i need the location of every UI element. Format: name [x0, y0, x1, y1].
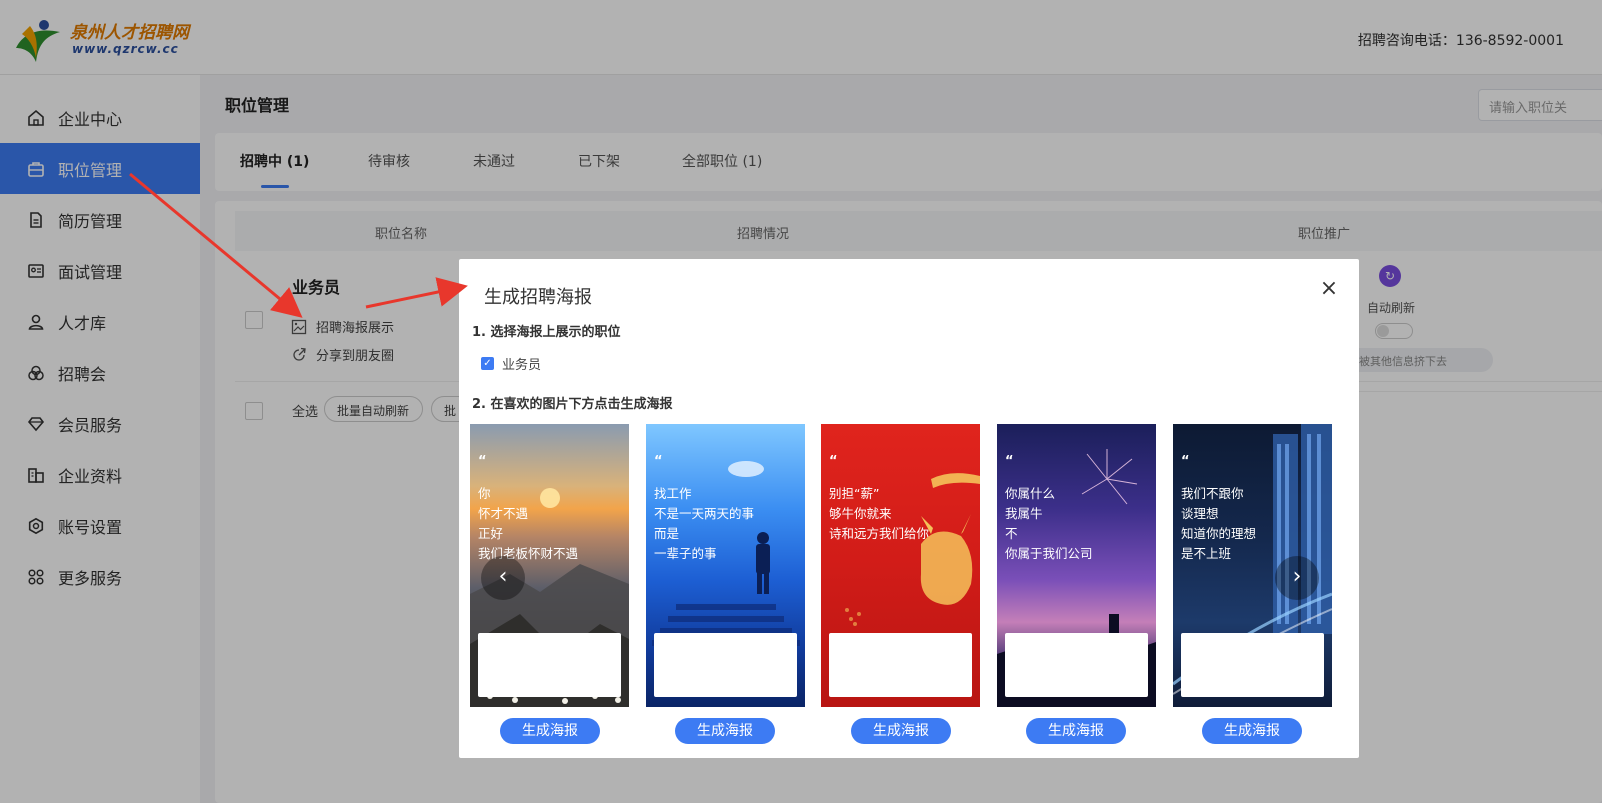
generate-poster-button[interactable]: 生成海报 [1202, 718, 1302, 744]
quote-line: 你 [478, 486, 491, 501]
quote-line: 你属什么 [1005, 486, 1056, 501]
poster-quote: 你属什么 我属牛 不 你属于我们公司 [1005, 484, 1093, 564]
generate-poster-button[interactable]: 生成海报 [1026, 718, 1126, 744]
quote-line: 我属牛 [1005, 506, 1043, 521]
quote-line: 够牛你就来 [829, 506, 892, 521]
poster-purple-fireworks[interactable]: “ 你属什么 我属牛 不 你属于我们公司 [997, 424, 1156, 707]
poster-info-card [654, 633, 797, 697]
poster-red-ox[interactable]: “ 别担“薪” 够牛你就来 诗和远方我们给你 [821, 424, 980, 707]
checkbox-checked-icon[interactable]: ✓ [481, 357, 494, 370]
quote-line: 你属于我们公司 [1005, 546, 1093, 561]
poster-modal: 生成招聘海报 × 1. 选择海报上展示的职位 ✓ 业务员 2. 在喜欢的图片下方… [459, 259, 1359, 758]
quote-line: 谈理想 [1181, 506, 1219, 521]
poster-info-card [1005, 633, 1148, 697]
quote-line: 一辈子的事 [654, 546, 717, 561]
modal-title: 生成招聘海报 [484, 287, 592, 308]
quote-mark: “ [829, 454, 838, 469]
quote-line: 别担“薪” [829, 486, 880, 501]
position-option-label: 业务员 [502, 358, 542, 373]
poster-quote: 找工作 不是一天两天的事 而是 一辈子的事 [654, 484, 754, 564]
poster-info-card [1181, 633, 1324, 697]
quote-mark: “ [478, 454, 487, 469]
chevron-right-icon[interactable]: › [1275, 556, 1319, 600]
close-icon[interactable]: × [1317, 277, 1341, 301]
quote-line: 不 [1005, 526, 1018, 541]
generate-poster-button[interactable]: 生成海报 [851, 718, 951, 744]
quote-line: 我们不跟你 [1181, 486, 1244, 501]
quote-mark: “ [654, 454, 663, 469]
poster-blue-stairs[interactable]: “ 找工作 不是一天两天的事 而是 一辈子的事 [646, 424, 805, 707]
quote-line: 找工作 [654, 486, 692, 501]
quote-line: 而是 [654, 526, 680, 541]
quote-mark: “ [1005, 454, 1014, 469]
quote-line: 知道你的理想 [1181, 526, 1257, 541]
quote-line: 是不上班 [1181, 546, 1232, 561]
step-two-label: 2. 在喜欢的图片下方点击生成海报 [472, 397, 673, 412]
quote-line: 怀才不遇 [478, 506, 529, 521]
poster-quote: 我们不跟你 谈理想 知道你的理想 是不上班 [1181, 484, 1256, 564]
chevron-left-icon[interactable]: ‹ [481, 556, 525, 600]
position-option[interactable]: ✓ 业务员 [481, 354, 541, 373]
quote-line: 不是一天两天的事 [654, 506, 755, 521]
generate-poster-button[interactable]: 生成海报 [675, 718, 775, 744]
quote-line: 正好 [478, 526, 504, 541]
poster-info-card [829, 633, 972, 697]
poster-info-card [478, 633, 621, 697]
quote-line: 诗和远方我们给你 [829, 526, 930, 541]
poster-quote: 你 怀才不遇 正好 我们老板怀财不遇 [478, 484, 578, 564]
generate-poster-button[interactable]: 生成海报 [500, 718, 600, 744]
step-one-label: 1. 选择海报上展示的职位 [472, 325, 621, 340]
poster-quote: 别担“薪” 够牛你就来 诗和远方我们给你 [829, 484, 929, 544]
quote-mark: “ [1181, 454, 1190, 469]
